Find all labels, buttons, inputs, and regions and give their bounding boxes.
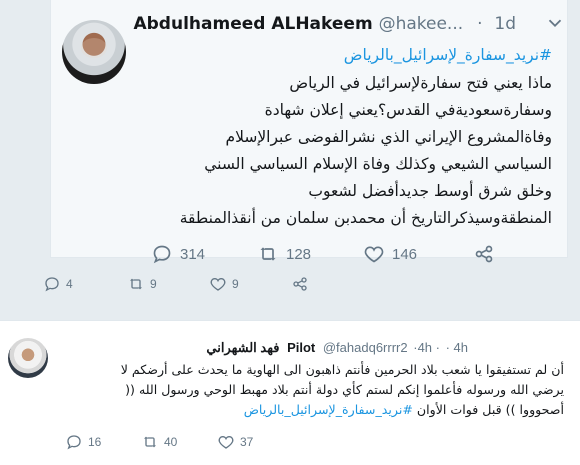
tweet-line-2: وسفارةسعوديةفي القدس؟يعني إعلان شهادة [264, 101, 552, 119]
reply-line-3-text: أصحوووا )) قبل فوات الأوان [416, 402, 564, 417]
top-retweet-action[interactable]: 9 [128, 276, 157, 292]
retweet-icon [130, 278, 142, 290]
reply-author-name: فهد الشهراني [206, 340, 280, 355]
reply-icon [45, 277, 59, 292]
top-retweet-count: 9 [150, 277, 157, 291]
tweet-retweet-count: 128 [286, 245, 312, 263]
author-avatar[interactable] [62, 20, 126, 84]
top-share-action[interactable] [292, 276, 314, 292]
like-icon [364, 246, 384, 263]
reply-author-badge: Pilot [287, 340, 316, 355]
like-icon [218, 435, 234, 449]
tweet-line-3: وفاةالمشروع الإيراني الذي نشرالفوضى عبرا… [225, 128, 552, 146]
top-like-action[interactable]: 9 [210, 276, 239, 292]
reply-like-count: 37 [240, 435, 254, 449]
timeline: 4 9 9 Abdulhameed ALHakeem @hakee... · 1… [0, 0, 580, 465]
like-icon [210, 277, 226, 291]
reply-author-handle: @fahadq6rrrr2 [322, 340, 408, 355]
tweet-line-5: وخلق شرق أوسط جديدأفضل لشعوب [308, 182, 552, 200]
tweet-author-name: Abdulhameed ALHakeem [133, 14, 373, 34]
top-reply-count: 4 [66, 277, 73, 291]
tweet-like-count: 146 [392, 245, 418, 263]
tweet-hashtag-text: #نريد_سفارة_لإسرائيل_بالرياض [343, 46, 552, 64]
share-icon [475, 245, 493, 263]
top-like-count: 9 [232, 277, 239, 291]
share-icon [293, 277, 307, 291]
reply-author-line[interactable]: فهد الشهراني Pilot @fahadq6rrrr2 ·4h · ·… [206, 340, 468, 356]
retweet-icon [144, 436, 156, 448]
retweet-icon [260, 247, 276, 261]
tweet-line-4: السياسي الشيعي وكذلك وفاة الإسلام السياس… [204, 155, 552, 173]
reply-retweet-action[interactable]: 40 [142, 434, 177, 450]
reply-line-3: أصحوووا )) قبل فوات الأوان #نريد_سفارة_ل… [44, 400, 564, 420]
reply-time-b: · 4h [445, 340, 468, 355]
tweet-hashtag[interactable]: #نريد_سفارة_لإسرائيل_بالرياض [162, 42, 552, 69]
reply-line-1: أن لم تستفيقوا يا شعب بلاد الحرمين فأنتم… [120, 362, 564, 377]
reply-retweet-count: 40 [164, 435, 178, 449]
reply-time-a: ·4h · [413, 340, 440, 355]
tweet-like-action[interactable]: 146 [364, 244, 417, 264]
tweet-line-1: ماذا يعني فتح سفارةلإسرائيل في الرياض [289, 74, 552, 92]
reply-icon [67, 435, 81, 450]
tweet-reply-action[interactable]: 314 [152, 244, 205, 264]
tweet-time: 1d [494, 14, 516, 34]
tweet-retweet-action[interactable]: 128 [258, 244, 311, 264]
tweet-line-6: المنطقةوسيذكرالتاريخ أن محمدبن سلمان من … [179, 209, 552, 227]
reply-author-avatar[interactable] [8, 338, 48, 378]
chevron-down-icon[interactable] [544, 12, 566, 34]
tweet-author-handle: @hakee... [378, 14, 464, 34]
avatar-highlight [81, 38, 107, 58]
top-reply-action[interactable]: 4 [44, 276, 73, 292]
reply-reply-count: 16 [88, 435, 102, 449]
reply-reply-action[interactable]: 16 [66, 434, 101, 450]
reply-icon [153, 245, 171, 264]
reply-line-2: يرضي الله ورسوله فأعلموا إنكم لستم كأي د… [125, 382, 564, 397]
reply-hashtag[interactable]: #نريد_سفارة_لإسرائيل_بالرياض [244, 402, 413, 417]
tweet-separator: · [477, 14, 483, 34]
reply-like-action[interactable]: 37 [218, 434, 253, 450]
tweet-author-line[interactable]: Abdulhameed ALHakeem @hakee... · 1d [133, 14, 516, 34]
tweet-reply-count: 314 [180, 245, 206, 263]
tweet-share-action[interactable] [474, 244, 502, 264]
